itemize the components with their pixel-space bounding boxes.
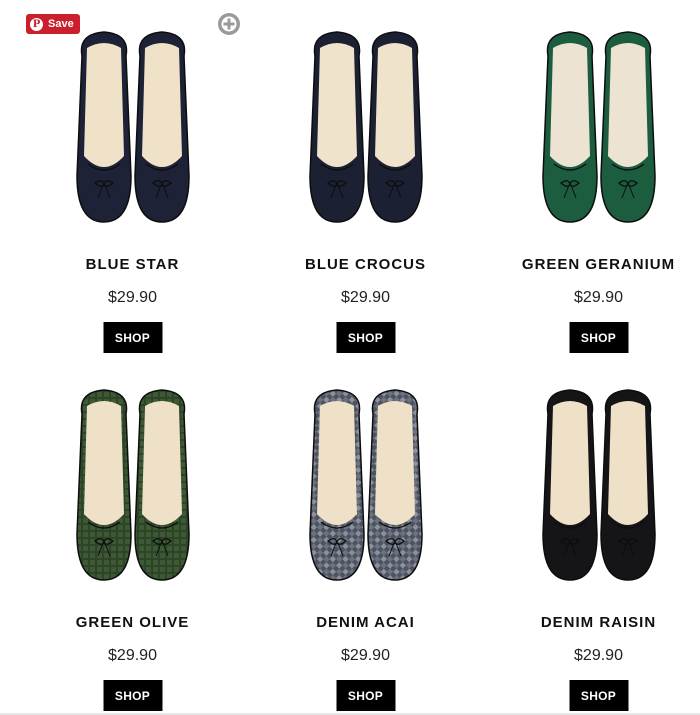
product-card: DENIM ACAI $29.90 SHOP [249, 384, 482, 714]
product-price: $29.90 [108, 647, 157, 664]
shoe-image[interactable] [534, 26, 664, 226]
product-name[interactable]: DENIM ACAI [249, 614, 482, 631]
shop-button[interactable]: SHOP [569, 680, 628, 711]
product-price: $29.90 [574, 289, 623, 306]
shop-button[interactable]: SHOP [103, 322, 162, 353]
product-name[interactable]: GREEN OLIVE [16, 614, 249, 631]
product-price: $29.90 [341, 289, 390, 306]
shoe-image[interactable] [301, 384, 431, 584]
shoe-image[interactable] [68, 384, 198, 584]
product-name[interactable]: BLUE STAR [16, 256, 249, 273]
shop-button[interactable]: SHOP [103, 680, 162, 711]
product-name[interactable]: DENIM RAISIN [482, 614, 700, 631]
shoe-image[interactable] [534, 384, 664, 584]
product-card: BLUE STAR $29.90 SHOP [16, 26, 249, 356]
product-card: GREEN GERANIUM $29.90 SHOP [482, 26, 700, 356]
shoe-image[interactable] [68, 26, 198, 226]
product-card: GREEN OLIVE $29.90 SHOP [16, 384, 249, 714]
product-card: DENIM RAISIN $29.90 SHOP [482, 384, 700, 714]
product-price: $29.90 [574, 647, 623, 664]
shoe-image[interactable] [301, 26, 431, 226]
shop-button[interactable]: SHOP [336, 680, 395, 711]
product-name[interactable]: GREEN GERANIUM [482, 256, 700, 273]
product-price: $29.90 [341, 647, 390, 664]
shop-button[interactable]: SHOP [569, 322, 628, 353]
product-card: BLUE CROCUS $29.90 SHOP [249, 26, 482, 356]
product-price: $29.90 [108, 289, 157, 306]
shop-button[interactable]: SHOP [336, 322, 395, 353]
product-name[interactable]: BLUE CROCUS [249, 256, 482, 273]
